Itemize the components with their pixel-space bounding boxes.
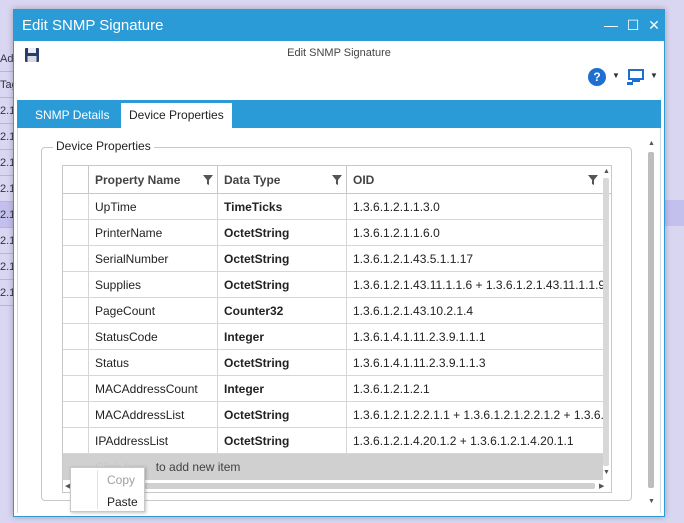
scroll-down-icon[interactable]: ▼ <box>603 469 610 476</box>
column-header-data-type[interactable]: Data Type <box>217 166 346 194</box>
scroll-up-icon[interactable]: ▲ <box>648 140 655 147</box>
scrollbar-thumb[interactable] <box>603 178 609 466</box>
cell-data-type[interactable]: TimeTicks <box>217 194 346 220</box>
scrollbar-thumb[interactable] <box>75 483 595 489</box>
cell-data-type[interactable]: Integer <box>217 376 346 402</box>
monitor-icon[interactable] <box>626 68 646 86</box>
edit-snmp-signature-window: Edit SNMP Signature — ☐ ✕ Edit SNMP Sign… <box>13 9 665 517</box>
table-row[interactable]: SerialNumber OctetString 1.3.6.1.2.1.43.… <box>63 246 603 272</box>
cell-data-type[interactable]: Counter32 <box>217 298 346 324</box>
cell-data-type[interactable]: OctetString <box>217 350 346 376</box>
column-header-label: Data Type <box>224 173 281 187</box>
menu-item-paste[interactable]: Paste <box>107 492 138 512</box>
cell-oid[interactable]: 1.3.6.1.2.1.43.10.2.1.4 <box>346 298 603 324</box>
properties-grid: Property Name Data Type OID UpTime TimeT… <box>62 165 612 493</box>
table-row[interactable]: MACAddressCount Integer 1.3.6.1.2.1.2.1 <box>63 376 603 402</box>
cell-oid[interactable]: 1.3.6.1.2.1.1.3.0 <box>346 194 603 220</box>
menu-item-copy[interactable]: Copy <box>107 470 135 490</box>
cell-oid[interactable]: 1.3.6.1.2.1.43.11.1.1.6 + 1.3.6.1.2.1.43… <box>346 272 603 298</box>
cell-oid[interactable]: 1.3.6.1.2.1.1.6.0 <box>346 220 603 246</box>
title-bar[interactable]: Edit SNMP Signature — ☐ ✕ <box>14 10 664 41</box>
help-icon[interactable]: ? <box>588 68 606 86</box>
scrollbar-thumb[interactable] <box>648 152 654 488</box>
cell-property-name[interactable]: Status <box>88 350 217 376</box>
dialog-subtitle: Edit SNMP Signature <box>287 47 391 59</box>
context-menu: Copy Paste <box>70 467 145 512</box>
scroll-down-icon[interactable]: ▼ <box>648 498 655 505</box>
cell-property-name[interactable]: SerialNumber <box>88 246 217 272</box>
filter-icon[interactable] <box>332 175 342 185</box>
scroll-right-icon[interactable]: ▶ <box>599 482 604 490</box>
table-row[interactable]: StatusCode Integer 1.3.6.1.4.1.11.2.3.9.… <box>63 324 603 350</box>
column-header-label: OID <box>353 173 375 187</box>
add-row-label: to add new item <box>155 460 241 474</box>
tab-snmp-details[interactable]: SNMP Details <box>27 103 117 128</box>
cell-oid[interactable]: 1.3.6.1.2.1.43.5.1.1.17 <box>346 246 603 272</box>
filter-icon[interactable] <box>203 175 213 185</box>
cell-property-name[interactable]: MACAddressCount <box>88 376 217 402</box>
background-selected-row <box>664 200 684 226</box>
cell-property-name[interactable]: UpTime <box>88 194 217 220</box>
cell-property-name[interactable]: IPAddressList <box>88 428 217 454</box>
tab-device-properties[interactable]: Device Properties <box>121 103 232 128</box>
cell-oid[interactable]: 1.3.6.1.2.1.2.2.1.1 + 1.3.6.1.2.1.2.2.1.… <box>346 402 603 428</box>
cell-property-name[interactable]: MACAddressList <box>88 402 217 428</box>
filter-icon[interactable] <box>588 175 598 185</box>
table-row[interactable]: IPAddressList OctetString 1.3.6.1.2.1.4.… <box>63 428 603 454</box>
cell-data-type[interactable]: OctetString <box>217 272 346 298</box>
tab-content: Device Properties Property Name Data Typ… <box>17 128 661 513</box>
table-row[interactable]: MACAddressList OctetString 1.3.6.1.2.1.2… <box>63 402 603 428</box>
table-row[interactable]: PageCount Counter32 1.3.6.1.2.1.43.10.2.… <box>63 298 603 324</box>
cell-data-type[interactable]: OctetString <box>217 402 346 428</box>
tab-strip: SNMP Details Device Properties <box>17 100 661 128</box>
cell-property-name[interactable]: PrinterName <box>88 220 217 246</box>
device-properties-group: Device Properties Property Name Data Typ… <box>41 139 632 501</box>
cell-oid[interactable]: 1.3.6.1.4.1.11.2.3.9.1.1.3 <box>346 350 603 376</box>
column-header-property-name[interactable]: Property Name <box>88 166 217 194</box>
cell-property-name[interactable]: Supplies <box>88 272 217 298</box>
close-button[interactable]: ✕ <box>645 15 663 35</box>
maximize-button[interactable]: ☐ <box>624 15 642 35</box>
column-header-label: Property Name <box>95 173 181 187</box>
chevron-down-icon[interactable]: ▼ <box>650 71 658 80</box>
cell-data-type[interactable]: OctetString <box>217 220 346 246</box>
grid-header: Property Name Data Type OID <box>63 166 611 194</box>
cell-oid[interactable]: 1.3.6.1.4.1.11.2.3.9.1.1.1 <box>346 324 603 350</box>
grid-vertical-scrollbar[interactable]: ▲ ▼ <box>601 166 611 480</box>
cell-property-name[interactable]: StatusCode <box>88 324 217 350</box>
cell-oid[interactable]: 1.3.6.1.2.1.4.20.1.2 + 1.3.6.1.2.1.4.20.… <box>346 428 603 454</box>
window-title: Edit SNMP Signature <box>22 17 164 34</box>
toolbar: Edit SNMP Signature ? ▼ ▼ <box>14 41 664 99</box>
minimize-button[interactable]: — <box>602 15 620 35</box>
table-row[interactable]: PrinterName OctetString 1.3.6.1.2.1.1.6.… <box>63 220 603 246</box>
cell-data-type[interactable]: Integer <box>217 324 346 350</box>
cell-data-type[interactable]: OctetString <box>217 428 346 454</box>
column-header-oid[interactable]: OID <box>346 166 603 194</box>
table-row[interactable]: Status OctetString 1.3.6.1.4.1.11.2.3.9.… <box>63 350 603 376</box>
cell-property-name[interactable]: PageCount <box>88 298 217 324</box>
group-legend: Device Properties <box>53 139 154 153</box>
grid-horizontal-scrollbar[interactable]: ◀ ▶ <box>63 480 611 492</box>
table-row[interactable]: UpTime TimeTicks 1.3.6.1.2.1.1.3.0 <box>63 194 603 220</box>
table-row[interactable]: Supplies OctetString 1.3.6.1.2.1.43.11.1… <box>63 272 603 298</box>
scroll-up-icon[interactable]: ▲ <box>603 168 610 175</box>
content-vertical-scrollbar[interactable]: ▲ ▼ <box>647 138 655 510</box>
cell-data-type[interactable]: OctetString <box>217 246 346 272</box>
menu-gutter <box>97 470 98 509</box>
cell-oid[interactable]: 1.3.6.1.2.1.2.1 <box>346 376 603 402</box>
chevron-down-icon[interactable]: ▼ <box>612 71 620 80</box>
